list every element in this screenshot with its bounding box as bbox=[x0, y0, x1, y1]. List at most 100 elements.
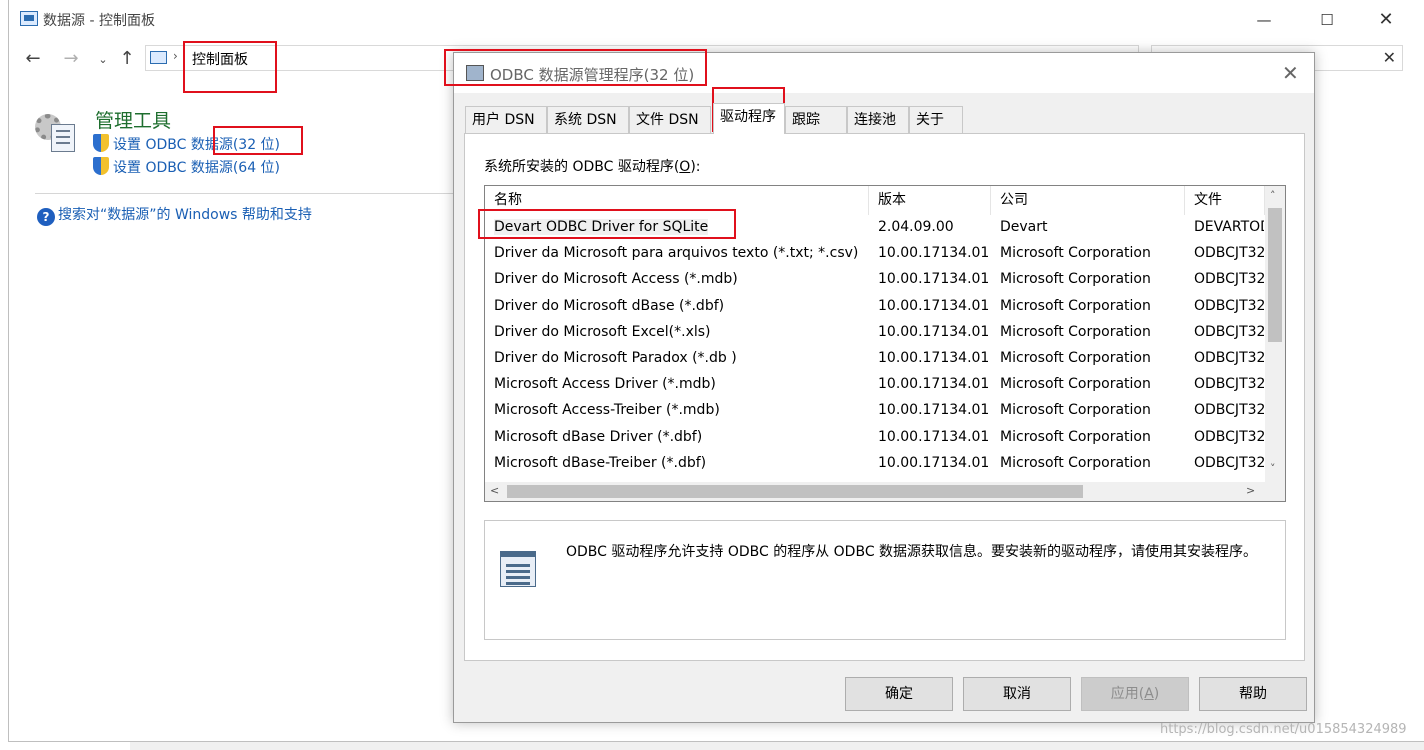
driver-version-cell: 10.00.17134.01 bbox=[878, 402, 990, 419]
maximize-button[interactable]: ☐ bbox=[1304, 6, 1350, 34]
driver-file-cell: ODBCJT32.DLL bbox=[1194, 297, 1264, 314]
highlight-box-dialog-title bbox=[444, 49, 707, 86]
uac-shield-icon bbox=[93, 157, 109, 175]
driver-company-cell: Microsoft Corporation bbox=[1000, 297, 1151, 314]
driver-file-cell: ODBCJT32.DLL bbox=[1194, 271, 1264, 288]
driver-row[interactable]: Driver da Microsoft para arquivos texto … bbox=[485, 241, 1265, 267]
control-panel-icon bbox=[20, 11, 38, 26]
vertical-scrollbar[interactable]: ˄ ˅ bbox=[1265, 186, 1285, 482]
driver-company-cell: Microsoft Corporation bbox=[1000, 454, 1151, 471]
apply-button[interactable]: 应用(A) bbox=[1081, 677, 1189, 711]
tab-tracing[interactable]: 跟踪 bbox=[785, 106, 847, 134]
help-link-label[interactable]: 搜索对“数据源”的 Windows 帮助和支持 bbox=[58, 207, 312, 223]
driver-name-cell: Microsoft Access Driver (*.mdb) bbox=[494, 376, 716, 393]
scroll-up-icon[interactable]: ˄ bbox=[1270, 189, 1276, 202]
control-panel-titlebar: 数据源 - 控制面板 — ☐ ✕ bbox=[9, 0, 1424, 38]
driver-row[interactable]: Driver do Microsoft Access (*.mdb) 10.00.… bbox=[485, 267, 1265, 293]
clear-search-icon[interactable]: ✕ bbox=[1383, 48, 1396, 67]
driver-version-cell: 10.00.17134.01 bbox=[878, 297, 990, 314]
document-icon bbox=[500, 551, 538, 587]
recent-locations-chevron-icon[interactable]: ⌄ bbox=[91, 53, 115, 66]
driver-version-cell: 10.00.17134.01 bbox=[878, 350, 990, 366]
driver-file-cell: ODBCJT32.DLL bbox=[1194, 428, 1264, 445]
driver-file-cell: ODBCJT32.DLL bbox=[1194, 350, 1264, 366]
tab-user-dsn[interactable]: 用户 DSN bbox=[465, 106, 547, 134]
driver-file-cell: ODBCJT32.DLL bbox=[1194, 323, 1264, 340]
odbc-64bit-link[interactable]: 设置 ODBC 数据源(64 位) bbox=[93, 157, 280, 177]
administrative-tools-icon bbox=[35, 112, 77, 154]
driver-version-cell: 10.00.17134.01 bbox=[878, 376, 990, 393]
scroll-down-icon[interactable]: ˅ bbox=[1270, 462, 1276, 475]
window-title: 数据源 - 控制面板 bbox=[43, 13, 155, 29]
tab-system-dsn[interactable]: 系统 DSN bbox=[547, 106, 629, 134]
up-arrow-icon[interactable]: ↑ bbox=[115, 48, 139, 69]
ok-button[interactable]: 确定 bbox=[845, 677, 953, 711]
dialog-close-icon[interactable]: ✕ bbox=[1282, 61, 1299, 85]
scroll-left-icon[interactable]: < bbox=[490, 484, 499, 497]
column-header-version[interactable]: 版本 bbox=[869, 186, 991, 215]
forward-arrow-icon[interactable]: → bbox=[59, 48, 83, 69]
close-button[interactable]: ✕ bbox=[1363, 6, 1409, 34]
driver-row[interactable]: Microsoft Access-Treiber (*.mdb) 10.00.17… bbox=[485, 398, 1265, 424]
driver-company-cell: Microsoft Corporation bbox=[1000, 271, 1151, 288]
column-header-company[interactable]: 公司 bbox=[991, 186, 1185, 215]
driver-name-cell: Driver do Microsoft Access (*.mdb) bbox=[494, 271, 738, 288]
divider bbox=[35, 193, 465, 194]
driver-row[interactable]: Driver do Microsoft Paradox (*.db ) 10.00… bbox=[485, 346, 1265, 372]
highlight-box-odbc32 bbox=[213, 126, 303, 155]
highlight-box-address bbox=[183, 41, 277, 93]
driver-version-cell: 10.00.17134.01 bbox=[878, 428, 990, 445]
driver-version-cell: 10.00.17134.01 bbox=[878, 271, 990, 288]
column-header-file[interactable]: 文件 bbox=[1185, 186, 1265, 215]
driver-company-cell: Microsoft Corporation bbox=[1000, 402, 1151, 419]
driver-name-cell: Driver do Microsoft dBase (*.dbf) bbox=[494, 297, 725, 314]
driver-company-cell: Microsoft Corporation bbox=[1000, 350, 1151, 366]
driver-company-cell: Microsoft Corporation bbox=[1000, 323, 1151, 340]
help-link[interactable]: ? 搜索对“数据源”的 Windows 帮助和支持 bbox=[37, 204, 312, 226]
odbc-administrator-dialog: ODBC 数据源管理程序(32 位) ✕ 用户 DSN 系统 DSN 文件 DS… bbox=[453, 52, 1315, 723]
driver-company-cell: Microsoft Corporation bbox=[1000, 428, 1151, 445]
driver-row[interactable]: Driver do Microsoft dBase (*.dbf) 10.00.1… bbox=[485, 294, 1265, 320]
horizontal-scroll-thumb[interactable] bbox=[507, 485, 1083, 498]
cancel-button[interactable]: 取消 bbox=[963, 677, 1071, 711]
checklist-icon bbox=[51, 124, 75, 152]
tab-file-dsn[interactable]: 文件 DSN bbox=[629, 106, 711, 134]
driver-file-cell: ODBCJT32.DLL bbox=[1194, 402, 1264, 419]
horizontal-scrollbar[interactable]: < > bbox=[485, 482, 1285, 501]
driver-row[interactable]: Driver do Microsoft Excel(*.xls) 10.00.17… bbox=[485, 320, 1265, 346]
driver-file-cell: ODBCJT32.DLL bbox=[1194, 376, 1264, 393]
tab-drivers[interactable]: 驱动程序 bbox=[713, 103, 785, 134]
driver-row[interactable]: Microsoft Access Driver (*.mdb) 10.00.171… bbox=[485, 372, 1265, 398]
driver-info-box: ODBC 驱动程序允许支持 ODBC 的程序从 ODBC 数据源获取信息。要安装… bbox=[484, 520, 1286, 640]
control-panel-icon bbox=[150, 51, 167, 64]
help-button[interactable]: 帮助 bbox=[1199, 677, 1307, 711]
taskbar-strip bbox=[130, 742, 1424, 750]
driver-info-text: ODBC 驱动程序允许支持 ODBC 的程序从 ODBC 数据源获取信息。要安装… bbox=[566, 544, 1258, 560]
driver-file-cell: ODBCJT32.DLL bbox=[1194, 245, 1264, 262]
breadcrumb-chevron-icon[interactable]: › bbox=[173, 49, 178, 63]
scroll-right-icon[interactable]: > bbox=[1246, 484, 1255, 497]
driver-name-cell: Microsoft Access-Treiber (*.mdb) bbox=[494, 402, 720, 419]
driver-company-cell: Devart bbox=[1000, 219, 1048, 235]
driver-version-cell: 2.04.09.00 bbox=[878, 219, 954, 235]
vertical-scroll-thumb[interactable] bbox=[1268, 208, 1282, 342]
driver-file-cell: ODBCJT32.DLL bbox=[1194, 454, 1264, 471]
minimize-button[interactable]: — bbox=[1241, 6, 1287, 34]
odbc-64bit-link-label[interactable]: 设置 ODBC 数据源(64 位) bbox=[113, 160, 280, 176]
driver-company-cell: Microsoft Corporation bbox=[1000, 376, 1151, 393]
driver-version-cell: 10.00.17134.01 bbox=[878, 454, 990, 471]
back-arrow-icon[interactable]: ← bbox=[21, 48, 45, 69]
watermark: https://blog.csdn.net/u015854324989 bbox=[1160, 722, 1407, 737]
driver-row[interactable]: Microsoft dBase-Treiber (*.dbf) 10.00.171… bbox=[485, 451, 1265, 477]
section-title[interactable]: 管理工具 bbox=[95, 106, 171, 133]
driver-list-label: 系统所安装的 ODBC 驱动程序(O): bbox=[484, 159, 701, 175]
tab-connection-pooling[interactable]: 连接池 bbox=[847, 106, 909, 134]
driver-name-cell: Driver da Microsoft para arquivos texto … bbox=[494, 245, 859, 262]
tab-about[interactable]: 关于 bbox=[909, 106, 963, 134]
driver-company-cell: Microsoft Corporation bbox=[1000, 245, 1151, 262]
driver-row[interactable]: Microsoft dBase Driver (*.dbf) 10.00.1713… bbox=[485, 425, 1265, 451]
driver-file-cell: DEVARTODBCSQLITE.DLL bbox=[1194, 219, 1264, 235]
uac-shield-icon bbox=[93, 134, 109, 152]
driver-name-cell: Driver do Microsoft Paradox (*.db ) bbox=[494, 350, 737, 366]
driver-version-cell: 10.00.17134.01 bbox=[878, 245, 990, 262]
